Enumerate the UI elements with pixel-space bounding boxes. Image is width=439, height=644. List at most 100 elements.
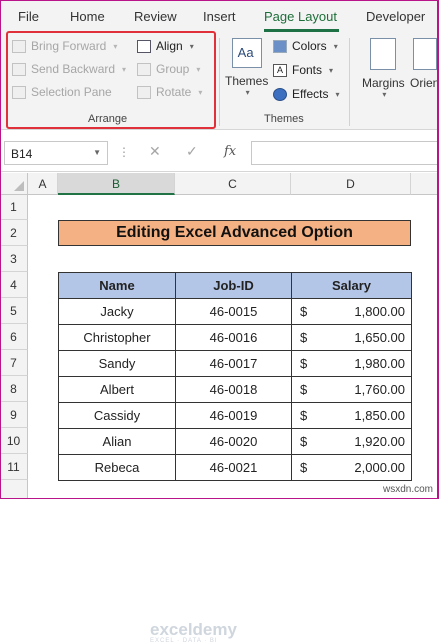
column-header-d[interactable]: D — [291, 173, 411, 195]
chevron-down-icon: ▾ — [335, 89, 340, 99]
currency-symbol: $ — [300, 382, 308, 397]
currency-symbol: $ — [300, 460, 308, 475]
salary-value: $2,000.00 — [292, 460, 411, 475]
name-box[interactable]: B14 ▼ — [4, 141, 108, 165]
header-name[interactable]: Name — [58, 272, 176, 299]
salary-value: $1,800.00 — [292, 304, 411, 319]
table-header-row: Name Job-ID Salary — [58, 272, 412, 299]
insert-function-button[interactable]: fx — [224, 144, 236, 159]
margins-button[interactable]: Margins ▾ — [362, 38, 405, 99]
salary-amount: 1,800.00 — [354, 304, 405, 319]
site-watermark: wsxdn.com — [382, 484, 433, 495]
chevron-down-icon[interactable]: ▼ — [93, 148, 101, 157]
watermark-logo: exceldemy EXCEL · DATA · BI — [150, 620, 237, 644]
row-header[interactable]: 5 — [0, 298, 28, 324]
salary-cell[interactable]: $1,850.00 — [291, 402, 412, 429]
tab-insert[interactable]: Insert — [203, 9, 236, 24]
table-row: Rebeca 46-0021 $2,000.00 — [58, 454, 412, 481]
worksheet-grid[interactable]: A B C D 1 2 3 4 5 6 7 8 9 10 11 Editing … — [0, 173, 439, 644]
row-header[interactable]: 2 — [0, 220, 28, 246]
header-salary[interactable]: Salary — [291, 272, 412, 299]
job-id-cell[interactable]: 46-0017 — [175, 350, 292, 377]
sheet-title[interactable]: Editing Excel Advanced Option — [58, 220, 411, 246]
enter-icon[interactable]: ✓ — [186, 143, 198, 160]
header-job-id[interactable]: Job-ID — [175, 272, 292, 299]
table-row: Christopher 46-0016 $1,650.00 — [58, 324, 412, 351]
column-header-a[interactable]: A — [28, 173, 58, 195]
cancel-icon[interactable]: ✕ — [149, 143, 161, 160]
formula-input[interactable] — [251, 141, 439, 165]
fonts-button[interactable]: A Fonts ▾ — [273, 63, 333, 77]
row-header[interactable]: 4 — [0, 272, 28, 298]
name-cell[interactable]: Jacky — [58, 298, 176, 325]
salary-amount: 1,760.00 — [354, 382, 405, 397]
job-id-cell[interactable]: 46-0020 — [175, 428, 292, 455]
salary-value: $1,650.00 — [292, 330, 411, 345]
chevron-down-icon: ▾ — [245, 88, 250, 97]
column-header-b[interactable]: B — [58, 173, 175, 195]
row-header[interactable]: 6 — [0, 324, 28, 350]
column-header-c[interactable]: C — [175, 173, 291, 195]
effects-icon — [273, 87, 287, 101]
salary-cell[interactable]: $1,980.00 — [291, 350, 412, 377]
job-id-cell[interactable]: 46-0018 — [175, 376, 292, 403]
margins-icon — [370, 38, 397, 70]
salary-cell[interactable]: $2,000.00 — [291, 454, 412, 481]
salary-value: $1,980.00 — [292, 356, 411, 371]
orientation-icon — [412, 38, 437, 70]
row-header[interactable]: 11 — [0, 454, 28, 480]
currency-symbol: $ — [300, 304, 308, 319]
tab-developer[interactable]: Developer — [366, 9, 425, 24]
name-cell[interactable]: Alian — [58, 428, 176, 455]
row-header[interactable]: 1 — [0, 195, 28, 220]
orientation-button[interactable]: Orien — [410, 38, 439, 90]
tab-home[interactable]: Home — [70, 9, 105, 24]
row-header[interactable]: 3 — [0, 246, 28, 272]
table-row: Sandy 46-0017 $1,980.00 — [58, 350, 412, 377]
tab-file[interactable]: File — [18, 9, 39, 24]
table-row: Cassidy 46-0019 $1,850.00 — [58, 402, 412, 429]
ribbon-divider — [219, 38, 220, 126]
currency-symbol: $ — [300, 356, 308, 371]
salary-cell[interactable]: $1,650.00 — [291, 324, 412, 351]
tab-review[interactable]: Review — [134, 9, 177, 24]
salary-cell[interactable]: $1,800.00 — [291, 298, 412, 325]
row-header[interactable] — [0, 480, 28, 499]
colors-button[interactable]: Colors ▾ — [273, 39, 338, 53]
salary-amount: 1,850.00 — [354, 408, 405, 423]
job-id-cell[interactable]: 46-0015 — [175, 298, 292, 325]
row-header[interactable]: 9 — [0, 402, 28, 428]
themes-button[interactable]: Aa Themes ▾ — [225, 38, 268, 97]
select-all-button[interactable] — [0, 173, 28, 195]
name-cell[interactable]: Cassidy — [58, 402, 176, 429]
name-box-value: B14 — [11, 147, 33, 161]
row-header[interactable]: 8 — [0, 376, 28, 402]
orientation-label: Orien — [410, 76, 439, 90]
margins-label: Margins — [362, 76, 405, 90]
salary-value: $1,760.00 — [292, 382, 411, 397]
job-id-cell[interactable]: 46-0016 — [175, 324, 292, 351]
arrange-highlight-box — [6, 31, 216, 129]
salary-amount: 1,920.00 — [354, 434, 405, 449]
currency-symbol: $ — [300, 330, 308, 345]
tab-page-layout[interactable]: Page Layout — [264, 9, 337, 24]
name-cell[interactable]: Rebeca — [58, 454, 176, 481]
colors-icon — [273, 39, 287, 53]
row-header[interactable]: 10 — [0, 428, 28, 454]
currency-symbol: $ — [300, 434, 308, 449]
more-icon[interactable]: ⋮ — [118, 145, 131, 159]
salary-amount: 1,980.00 — [354, 356, 405, 371]
salary-cell[interactable]: $1,760.00 — [291, 376, 412, 403]
effects-button[interactable]: Effects ▾ — [273, 87, 339, 101]
job-id-cell[interactable]: 46-0021 — [175, 454, 292, 481]
name-cell[interactable]: Christopher — [58, 324, 176, 351]
column-header-e[interactable] — [411, 173, 439, 195]
salary-cell[interactable]: $1,920.00 — [291, 428, 412, 455]
job-id-cell[interactable]: 46-0019 — [175, 402, 292, 429]
name-cell[interactable]: Albert — [58, 376, 176, 403]
table-row: Albert 46-0018 $1,760.00 — [58, 376, 412, 403]
name-cell[interactable]: Sandy — [58, 350, 176, 377]
table-row: Jacky 46-0015 $1,800.00 — [58, 298, 412, 325]
row-header[interactable]: 7 — [0, 350, 28, 376]
colors-label: Colors — [292, 39, 327, 53]
